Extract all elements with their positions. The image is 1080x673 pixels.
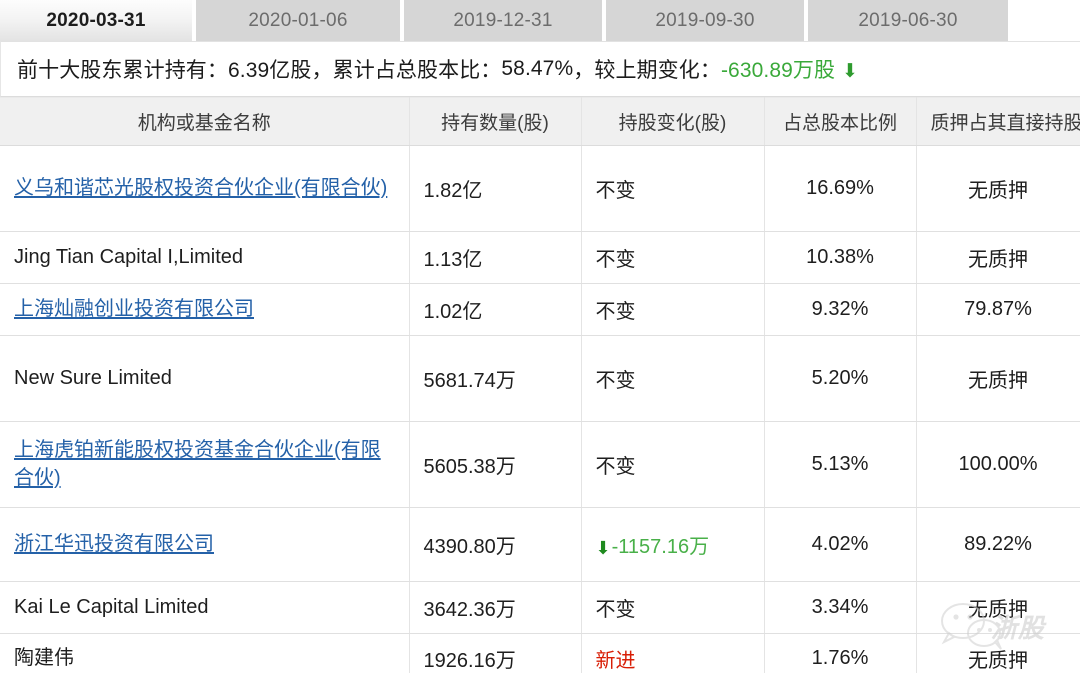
summary-change-label: 较上期变化： — [594, 59, 721, 82]
change-value-new: 新进 — [595, 650, 636, 672]
cell-pledge: 无质押 — [916, 581, 1080, 634]
cell-change: 不变 — [581, 145, 765, 232]
change-value: 不变 — [595, 456, 636, 478]
cell-holder-name: 浙江华迅投资有限公司 — [0, 507, 410, 582]
cell-change: 不变 — [581, 581, 765, 634]
cell-percent: 3.34% — [764, 581, 917, 634]
holder-name-text: 陶建伟 — [14, 646, 74, 669]
table-row: 上海虎铂新能股权投资基金合伙企业(有限合伙) 5605.38万 不变 5.13%… — [0, 421, 1080, 508]
column-header-name: 机构或基金名称 — [0, 97, 410, 146]
cell-percent: 9.32% — [764, 283, 917, 336]
cell-quantity: 1.82亿 — [409, 145, 582, 232]
table-row: Kai Le Capital Limited 3642.36万 不变 3.34%… — [0, 581, 1080, 634]
cell-quantity: 5681.74万 — [409, 335, 582, 422]
column-header-quantity: 持有数量(股) — [409, 97, 582, 146]
tab-period-1[interactable]: 2020-01-06 — [196, 0, 400, 41]
change-value-decrease: ⬇-1157.16万 — [596, 536, 710, 558]
holder-name-link[interactable]: 上海虎铂新能股权投资基金合伙企业(有限合伙) — [14, 439, 381, 489]
period-tab-strip: 2020-03-31 2020-01-06 2019-12-31 2019-09… — [0, 0, 1080, 41]
column-header-percent: 占总股本比例 — [764, 97, 917, 146]
cell-change: 新进 — [581, 633, 765, 673]
cell-percent: 5.13% — [764, 421, 917, 508]
holder-name-link[interactable]: 上海灿融创业投资有限公司 — [14, 298, 254, 320]
summary-separator-1: ， — [311, 59, 333, 82]
summary-separator-2: ， — [573, 59, 595, 82]
tab-period-0[interactable]: 2020-03-31 — [0, 0, 192, 41]
table-row: 陶建伟 1926.16万 新进 1.76% 无质押 — [0, 633, 1080, 673]
summary-total-label: 前十大股东累计持有： — [17, 59, 228, 82]
summary-total-value: 6.39亿股 — [228, 59, 312, 82]
cell-percent: 5.20% — [764, 335, 917, 422]
cell-pledge: 无质押 — [916, 335, 1080, 422]
cell-change: 不变 — [581, 283, 765, 336]
cell-change: 不变 — [581, 421, 765, 508]
cell-holder-name: 义乌和谐芯光股权投资合伙企业(有限合伙) — [0, 145, 410, 232]
cell-percent: 1.76% — [764, 633, 917, 673]
arrow-down-icon: ⬇ — [842, 60, 858, 82]
holders-table-container: 机构或基金名称 持有数量(股) 持股变化(股) 占总股本比例 质押占其直接持股 … — [0, 97, 1080, 673]
summary-banner: 前十大股东累计持有： 6.39亿股 ， 累计占总股本比： 58.47% ， 较上… — [0, 41, 1080, 97]
cell-holder-name: 上海虎铂新能股权投资基金合伙企业(有限合伙) — [0, 421, 410, 508]
holder-name-link[interactable]: 义乌和谐芯光股权投资合伙企业(有限合伙) — [14, 177, 387, 199]
cell-change: ⬇-1157.16万 — [581, 507, 765, 582]
cell-holder-name: Kai Le Capital Limited — [0, 581, 410, 634]
change-value: 不变 — [595, 370, 636, 392]
holder-name-text: New Sure Limited — [14, 366, 172, 389]
cell-pledge: 无质押 — [916, 145, 1080, 232]
cell-percent: 4.02% — [764, 507, 917, 582]
cell-quantity: 3642.36万 — [409, 581, 582, 634]
cell-quantity: 1.02亿 — [409, 283, 582, 336]
tab-period-2[interactable]: 2019-12-31 — [404, 0, 602, 41]
table-row: 浙江华迅投资有限公司 4390.80万 ⬇-1157.16万 4.02% 89.… — [0, 507, 1080, 582]
cell-holder-name: New Sure Limited — [0, 335, 410, 422]
holder-name-text: Kai Le Capital Limited — [14, 595, 209, 618]
table-row: 义乌和谐芯光股权投资合伙企业(有限合伙) 1.82亿 不变 16.69% 无质押 — [0, 145, 1080, 232]
tab-label: 2019-09-30 — [655, 9, 755, 31]
summary-ratio-value: 58.47% — [501, 57, 574, 80]
cell-holder-name: 陶建伟 — [0, 633, 410, 673]
summary-ratio-label: 累计占总股本比： — [332, 59, 502, 82]
cell-holder-name: 上海灿融创业投资有限公司 — [0, 283, 410, 336]
cell-pledge: 100.00% — [916, 421, 1080, 508]
cell-quantity: 5605.38万 — [409, 421, 582, 508]
holders-table: 机构或基金名称 持有数量(股) 持股变化(股) 占总股本比例 质押占其直接持股 … — [0, 97, 1080, 673]
cell-pledge: 89.22% — [916, 507, 1080, 582]
cell-pledge: 无质押 — [916, 231, 1080, 284]
change-amount: -1157.16万 — [611, 536, 710, 558]
cell-quantity: 1.13亿 — [409, 231, 582, 284]
table-body: 义乌和谐芯光股权投资合伙企业(有限合伙) 1.82亿 不变 16.69% 无质押… — [0, 145, 1080, 673]
table-row: New Sure Limited 5681.74万 不变 5.20% 无质押 — [0, 335, 1080, 422]
change-value: 不变 — [595, 599, 636, 621]
cell-quantity: 4390.80万 — [409, 507, 582, 582]
cell-pledge: 79.87% — [916, 283, 1080, 336]
tab-label: 2020-03-31 — [46, 9, 146, 31]
summary-change-value: -630.89万股 — [720, 59, 836, 82]
cell-quantity: 1926.16万 — [409, 633, 582, 673]
tab-label: 2020-01-06 — [248, 9, 348, 31]
holder-name-text: Jing Tian Capital I,Limited — [14, 245, 244, 268]
table-header-row: 机构或基金名称 持有数量(股) 持股变化(股) 占总股本比例 质押占其直接持股 — [0, 97, 1080, 146]
cell-percent: 16.69% — [764, 145, 917, 232]
column-header-change: 持股变化(股) — [581, 97, 765, 146]
tab-label: 2019-12-31 — [453, 9, 553, 31]
tab-period-3[interactable]: 2019-09-30 — [606, 0, 804, 41]
holder-name-link[interactable]: 浙江华迅投资有限公司 — [14, 533, 214, 555]
cell-change: 不变 — [581, 335, 765, 422]
tab-period-4[interactable]: 2019-06-30 — [808, 0, 1008, 41]
change-value: 不变 — [595, 301, 636, 323]
column-header-pledge: 质押占其直接持股 — [916, 97, 1080, 146]
table-row: Jing Tian Capital I,Limited 1.13亿 不变 10.… — [0, 231, 1080, 284]
cell-pledge: 无质押 — [916, 633, 1080, 673]
change-value: 不变 — [595, 180, 636, 202]
holders-panel: 2020-03-31 2020-01-06 2019-12-31 2019-09… — [0, 0, 1080, 673]
arrow-down-icon: ⬇ — [595, 538, 611, 558]
cell-change: 不变 — [581, 231, 765, 284]
tab-label: 2019-06-30 — [858, 9, 958, 31]
cell-percent: 10.38% — [764, 231, 917, 284]
change-value: 不变 — [595, 249, 636, 271]
table-row: 上海灿融创业投资有限公司 1.02亿 不变 9.32% 79.87% — [0, 283, 1080, 336]
cell-holder-name: Jing Tian Capital I,Limited — [0, 231, 410, 284]
table-header: 机构或基金名称 持有数量(股) 持股变化(股) 占总股本比例 质押占其直接持股 — [0, 97, 1080, 146]
